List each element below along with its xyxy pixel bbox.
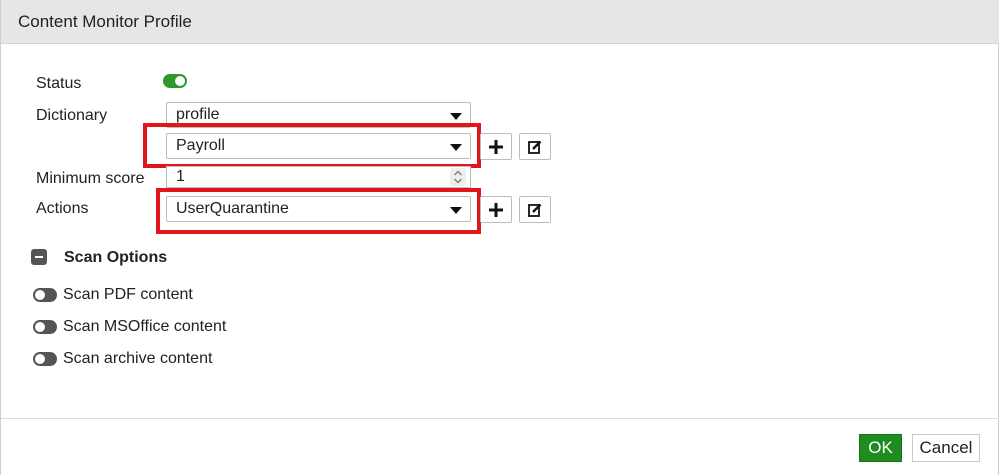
edit-icon bbox=[528, 203, 542, 217]
actions-select[interactable]: UserQuarantine bbox=[166, 196, 471, 222]
number-stepper[interactable] bbox=[450, 168, 466, 186]
dictionary-label: Dictionary bbox=[36, 107, 108, 124]
scan-archive-label: Scan archive content bbox=[63, 350, 213, 367]
toggle-knob bbox=[35, 290, 45, 300]
toggle-knob bbox=[35, 322, 45, 332]
toggle-knob bbox=[175, 76, 185, 86]
plus-icon bbox=[489, 202, 503, 217]
add-action-button[interactable] bbox=[480, 196, 512, 223]
scan-msoffice-toggle[interactable] bbox=[33, 320, 57, 334]
actions-label: Actions bbox=[36, 200, 89, 217]
plus-icon bbox=[489, 139, 503, 154]
dialog-title-bar: Content Monitor Profile bbox=[1, 0, 999, 44]
scan-msoffice-label: Scan MSOffice content bbox=[63, 318, 227, 335]
edit-icon bbox=[528, 140, 542, 154]
ok-button[interactable]: OK bbox=[859, 434, 902, 462]
chevron-down-icon bbox=[450, 207, 462, 214]
edit-action-button[interactable] bbox=[519, 196, 551, 223]
actions-value: UserQuarantine bbox=[176, 200, 289, 217]
collapse-section-icon[interactable] bbox=[31, 249, 47, 265]
toggle-knob bbox=[35, 354, 45, 364]
footer-divider bbox=[1, 418, 999, 419]
scan-options-title: Scan Options bbox=[64, 249, 168, 266]
chevron-down-icon bbox=[450, 144, 462, 151]
minimum-score-value: 1 bbox=[176, 168, 185, 185]
dialog-title: Content Monitor Profile bbox=[18, 12, 192, 31]
minimum-score-input[interactable]: 1 bbox=[166, 166, 471, 188]
minimum-score-label: Minimum score bbox=[36, 170, 145, 187]
stepper-arrows-icon bbox=[454, 170, 462, 184]
status-toggle[interactable] bbox=[163, 74, 187, 88]
scan-pdf-toggle[interactable] bbox=[33, 288, 57, 302]
cancel-button[interactable]: Cancel bbox=[912, 434, 980, 462]
dictionary-value: Payroll bbox=[176, 137, 225, 154]
chevron-down-icon bbox=[450, 113, 462, 120]
content-monitor-profile-dialog: Content Monitor Profile Status Dictionar… bbox=[0, 0, 999, 475]
edit-dictionary-button[interactable] bbox=[519, 133, 551, 160]
dictionary-select[interactable]: Payroll bbox=[166, 133, 471, 159]
add-dictionary-button[interactable] bbox=[480, 133, 512, 160]
scan-pdf-label: Scan PDF content bbox=[63, 286, 193, 303]
dictionary-type-value: profile bbox=[176, 106, 220, 123]
status-label: Status bbox=[36, 75, 82, 92]
scan-archive-toggle[interactable] bbox=[33, 352, 57, 366]
